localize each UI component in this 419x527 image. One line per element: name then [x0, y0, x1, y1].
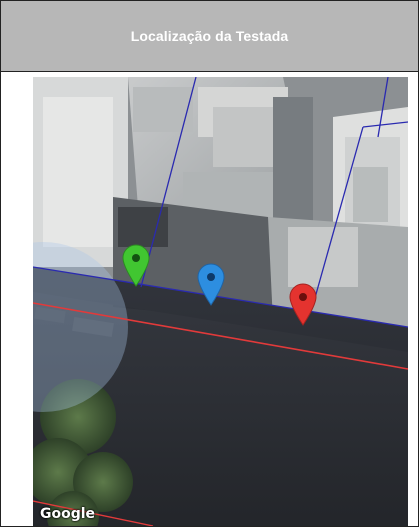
google-attribution: Google	[40, 506, 96, 522]
page-title: Localização da Testada	[130, 28, 289, 44]
dialog-frame: Localização da Testada Google	[0, 0, 419, 527]
dialog-header: Localização da Testada	[1, 1, 418, 72]
marker-red-icon[interactable]	[288, 282, 318, 326]
marker-blue-icon[interactable]	[196, 262, 226, 306]
marker-green-icon[interactable]	[121, 243, 151, 287]
satellite-map[interactable]: Google	[33, 77, 408, 526]
